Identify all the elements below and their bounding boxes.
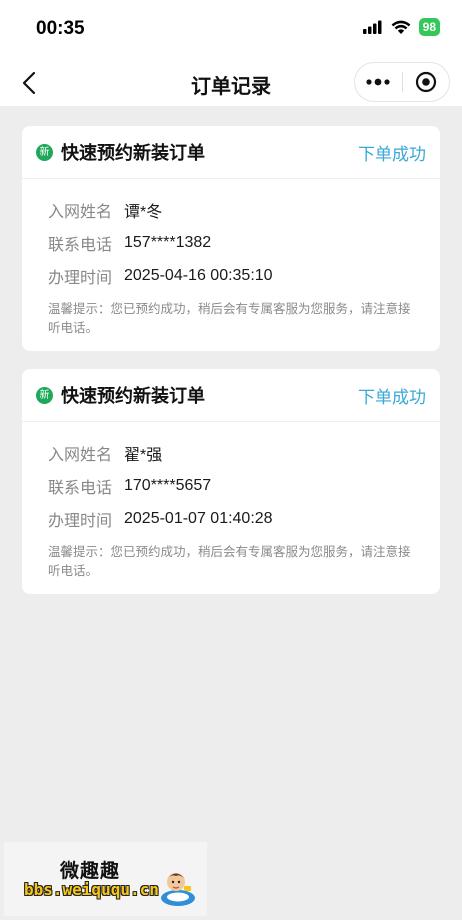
- new-badge-icon: 新: [36, 143, 53, 161]
- miniprogram-capsule: [354, 62, 450, 102]
- order-card-body: 入网姓名 谭*冬 联系电话 157****1382 办理时间 2025-04-1…: [22, 179, 440, 351]
- order-phone-value: 157****1382: [124, 233, 212, 251]
- order-card-header: 新 快速预约新装订单 下单成功: [22, 369, 440, 422]
- order-name-value: 谭*冬: [124, 203, 163, 221]
- order-time-label: 办理时间: [48, 269, 113, 287]
- target-close-icon: [415, 71, 436, 93]
- wifi-icon: [391, 20, 411, 34]
- order-card-body: 入网姓名 翟*强 联系电话 170****5657 办理时间 2025-01-0…: [22, 422, 440, 594]
- signal-icon: [362, 20, 382, 34]
- order-card-header: 新 快速预约新装订单 下单成功: [22, 126, 440, 179]
- order-time-row: 办理时间 2025-01-07 01:40:28: [48, 502, 414, 535]
- order-card[interactable]: 新 快速预约新装订单 下单成功 入网姓名 翟*强 联系电话 170****565…: [22, 369, 440, 594]
- order-tip: 温馨提示：您已预约成功，稍后会有专属客服为您服务，请注意接听电话。: [48, 302, 411, 335]
- navigation-bar: 订单记录: [0, 60, 462, 106]
- more-dots-icon: [366, 78, 390, 86]
- order-title: 快速预约新装订单: [61, 143, 205, 163]
- watermark: 微趣趣 bbs.weiququ.cn: [4, 842, 207, 916]
- order-phone-label: 联系电话: [48, 479, 113, 497]
- watermark-url: bbs.weiququ.cn: [24, 880, 159, 899]
- order-time-value: 2025-04-16 00:35:10: [124, 266, 273, 284]
- battery-level: 98: [422, 20, 436, 34]
- status-bar: 00:35 98: [0, 0, 462, 60]
- order-phone-row: 联系电话 170****5657: [48, 469, 414, 502]
- order-phone-value: 170****5657: [124, 476, 212, 494]
- order-name-label: 入网姓名: [48, 446, 113, 464]
- order-time-row: 办理时间 2025-04-16 00:35:10: [48, 259, 414, 292]
- order-name-row: 入网姓名 翟*强: [48, 436, 414, 469]
- new-badge-icon: 新: [36, 386, 53, 404]
- close-miniprogram-button[interactable]: [403, 63, 450, 101]
- order-title: 快速预约新装订单: [61, 386, 205, 406]
- watermark-logo-text: 微趣趣: [60, 861, 121, 882]
- status-icons: 98: [362, 18, 440, 36]
- battery-indicator: 98: [418, 18, 440, 36]
- order-phone-row: 联系电话 157****1382: [48, 226, 414, 259]
- status-time: 00:35: [36, 18, 85, 39]
- order-time-label: 办理时间: [48, 512, 113, 530]
- mascot-icon: [161, 873, 195, 906]
- order-status: 下单成功: [358, 144, 426, 164]
- more-button[interactable]: [355, 63, 402, 101]
- order-status: 下单成功: [358, 387, 426, 407]
- order-phone-label: 联系电话: [48, 236, 113, 254]
- order-card[interactable]: 新 快速预约新装订单 下单成功 入网姓名 谭*冬 联系电话 157****138…: [22, 126, 440, 351]
- order-name-value: 翟*强: [124, 446, 163, 464]
- order-name-label: 入网姓名: [48, 203, 113, 221]
- order-tip: 温馨提示：您已预约成功，稍后会有专属客服为您服务，请注意接听电话。: [48, 545, 411, 578]
- order-name-row: 入网姓名 谭*冬: [48, 193, 414, 226]
- order-time-value: 2025-01-07 01:40:28: [124, 509, 273, 527]
